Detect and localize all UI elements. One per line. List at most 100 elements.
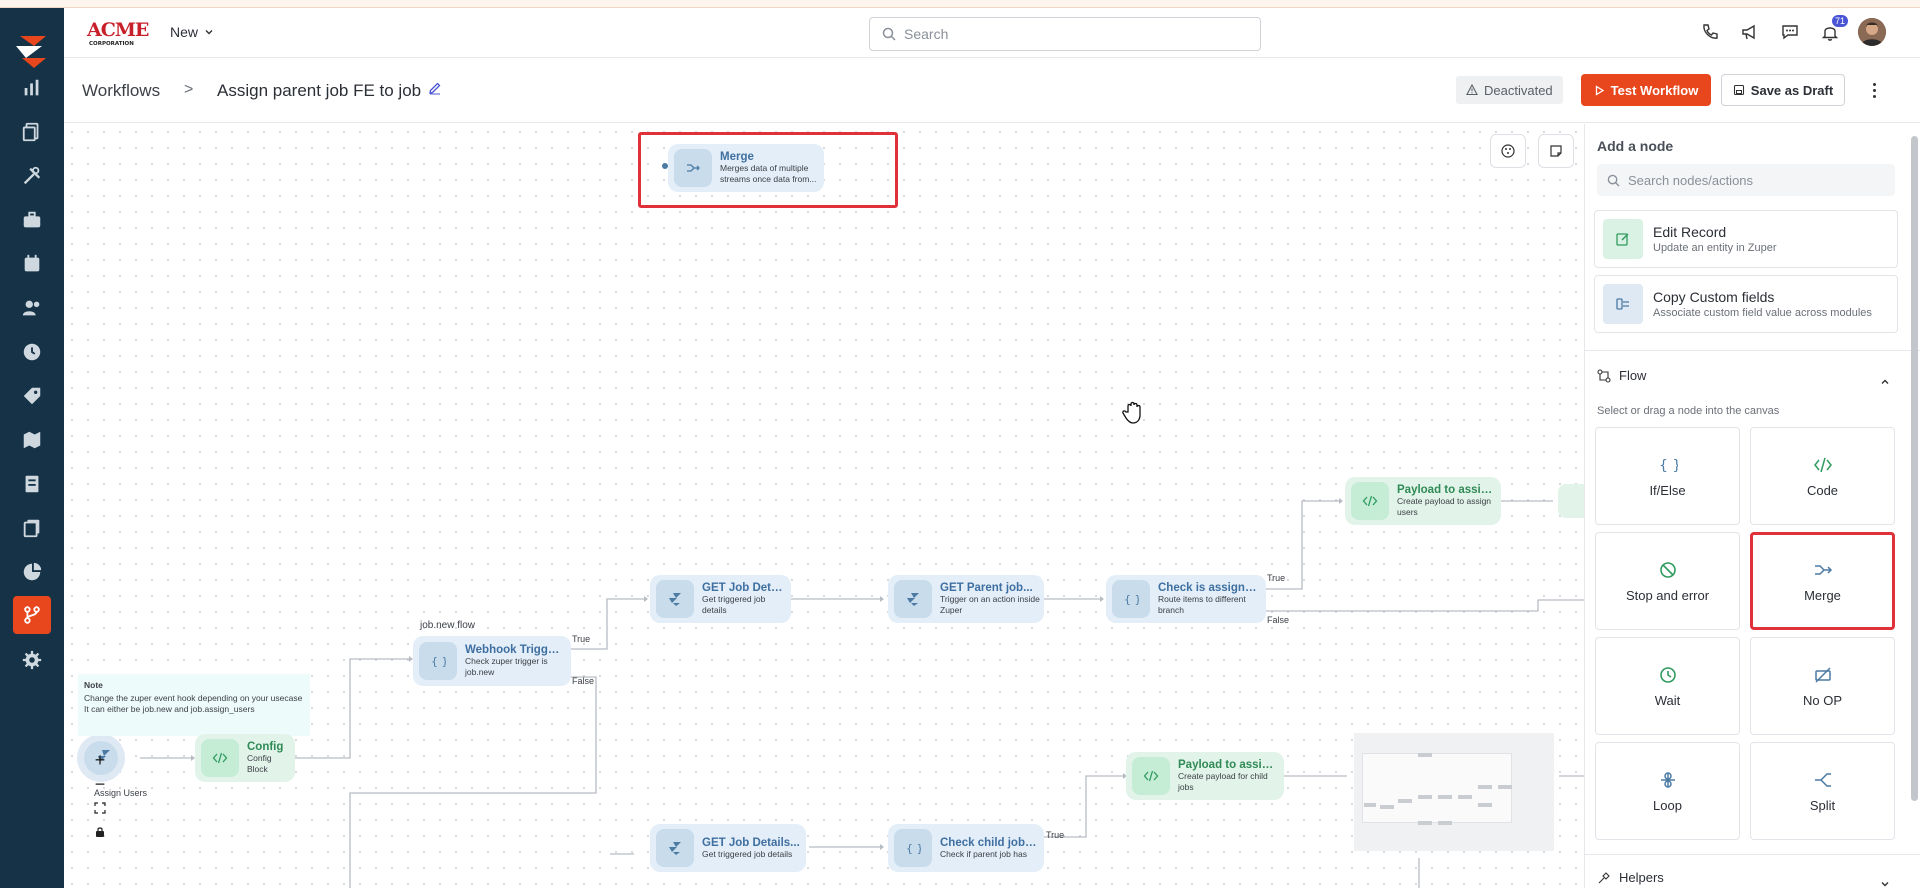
invoice-icon[interactable] [18,470,46,498]
node-subtitle: Create payload to assign users [1397,496,1492,517]
split-icon [1814,772,1831,787]
pie-chart-icon[interactable] [18,558,46,586]
acme-brand-logo[interactable]: ACME CORPORATION [86,18,152,48]
panel-scrollbar[interactable] [1911,136,1918,801]
calendar-icon[interactable] [18,250,46,278]
node-title: Payload to assign... [1178,759,1278,771]
node-title: Merge [720,151,754,163]
check-is-assigned-node[interactable]: { } Check is assigned... Route items to … [1106,575,1266,623]
helpers-section-header[interactable]: Helpers [1597,870,1664,885]
config-node[interactable]: Config Config Block [195,734,295,782]
add-node-panel: Add a node Edit Record Update an entity … [1584,124,1920,888]
chevron-up-icon[interactable] [1880,374,1890,392]
documents-icon[interactable] [18,118,46,146]
node-search-input[interactable] [1628,172,1878,188]
node-subtitle: Config Block [247,753,272,774]
reports-icon[interactable] [18,74,46,102]
phone-icon[interactable] [1698,20,1722,44]
fit-view-icon[interactable] [88,796,112,820]
tile-split[interactable]: Split [1750,742,1895,840]
more-options-icon[interactable] [1864,79,1884,101]
chat-icon[interactable] [1778,20,1802,44]
clock-icon[interactable] [18,338,46,366]
breadcrumb-separator: > [184,81,194,98]
tools-icon[interactable] [18,162,46,190]
action-copy-custom-fields[interactable]: Copy Custom fields Associate custom fiel… [1594,275,1898,333]
test-workflow-button[interactable]: Test Workflow [1581,74,1711,106]
edit-title-pencil-icon[interactable] [428,81,442,100]
settings-gear-icon[interactable] [18,646,46,674]
note-title: Note [84,680,103,690]
partial-node-offscreen [1558,484,1584,518]
canvas-minimap[interactable] [1354,733,1554,851]
node-subtitle: Trigger on an action inside Zuper [940,594,1040,615]
workflow-icon[interactable] [13,596,51,634]
check-child-jobs-node[interactable]: { } Check child jobs... Check if parent … [888,824,1044,872]
node-title: GET Job Details [702,582,785,594]
tile-if-else[interactable]: { } If/Else [1595,427,1740,525]
zoom-in-icon[interactable]: + [88,748,112,772]
top-header: ACME CORPORATION New 71 [64,8,1920,58]
new-dropdown-button[interactable]: New [170,24,214,40]
canvas-note[interactable]: Note Change the zuper event hook dependi… [78,674,310,736]
flow-section-label: Flow [1619,368,1647,383]
payload-assign-users-node[interactable]: Payload to assign... Create payload to a… [1345,477,1501,525]
action-title: Edit Record [1653,224,1727,240]
tile-stop-and-error[interactable]: Stop and error [1595,532,1740,630]
section-divider [1585,854,1920,855]
tile-wait[interactable]: Wait [1595,637,1740,735]
tile-label: Merge [1804,587,1841,603]
get-job-details-node[interactable]: GET Job Details Get triggered job detail… [650,575,791,623]
save-as-draft-button[interactable]: Save as Draft [1721,74,1845,106]
webhook-trigger-node[interactable]: { } Webhook Trigger... Check zuper trigg… [413,636,571,686]
edge-label-false: False [1267,615,1290,625]
braces-icon: { } [1112,580,1150,618]
app-logo-icon[interactable] [12,28,52,72]
workflow-canvas[interactable]: Merge Merges data of multiple streams on… [64,124,1584,888]
node-title: GET Parent job... [940,582,1033,594]
tile-code[interactable]: Code [1750,427,1895,525]
canvas-note-button[interactable] [1538,134,1574,168]
no-op-icon [1814,666,1831,683]
node-title: Check child jobs... [940,836,1038,849]
svg-text:{ }: { } [906,842,921,855]
get-parent-job-node[interactable]: GET Parent job... Trigger on an action i… [888,575,1044,623]
canvas-settings-button[interactable] [1490,134,1526,168]
save-icon [1733,84,1744,96]
files-icon[interactable] [18,514,46,542]
loop-icon [1660,771,1675,788]
top-banner-strip [0,0,1920,8]
flow-icon [1597,368,1611,383]
action-title: Copy Custom fields [1653,289,1775,305]
map-icon[interactable] [18,426,46,454]
tile-no-op[interactable]: No OP [1750,637,1895,735]
node-subtitle: Check zuper trigger is job.new [465,656,548,677]
zuper-logo-icon [656,829,694,867]
svg-text:ACME: ACME [86,19,149,41]
users-icon[interactable] [18,294,46,322]
edge-label-true: True [1046,830,1065,840]
edge-label-false: False [572,676,595,686]
action-edit-record[interactable]: Edit Record Update an entity in Zuper [1594,210,1898,268]
briefcase-icon[interactable] [18,206,46,234]
tile-loop[interactable]: Loop [1595,742,1740,840]
get-job-details-2-node[interactable]: GET Job Details... Get triggered job det… [650,824,806,872]
megaphone-icon[interactable] [1738,20,1762,44]
tag-icon[interactable] [18,382,46,410]
lock-icon[interactable] [88,820,112,844]
chevron-down-icon[interactable] [1880,876,1890,888]
flow-section-hint: Select or drag a node into the canvas [1597,405,1780,417]
global-search-input[interactable] [904,26,1234,42]
palette-icon [1501,144,1515,158]
notification-bell-icon[interactable]: 71 [1818,15,1848,44]
zuper-logo-icon [656,580,694,618]
payload-child-jobs-node[interactable]: Payload to assign... Create payload for … [1126,752,1284,800]
user-avatar[interactable] [1858,18,1886,46]
search-icon [1607,174,1620,187]
flow-section-header[interactable]: Flow [1597,368,1646,383]
node-subtitle: Route items to different branch [1158,594,1246,615]
breadcrumb-workflows-link[interactable]: Workflows [82,81,160,101]
test-workflow-label: Test Workflow [1610,82,1699,98]
tile-merge[interactable]: Merge [1750,532,1895,630]
merge-node[interactable]: Merge Merges data of multiple streams on… [668,144,824,192]
